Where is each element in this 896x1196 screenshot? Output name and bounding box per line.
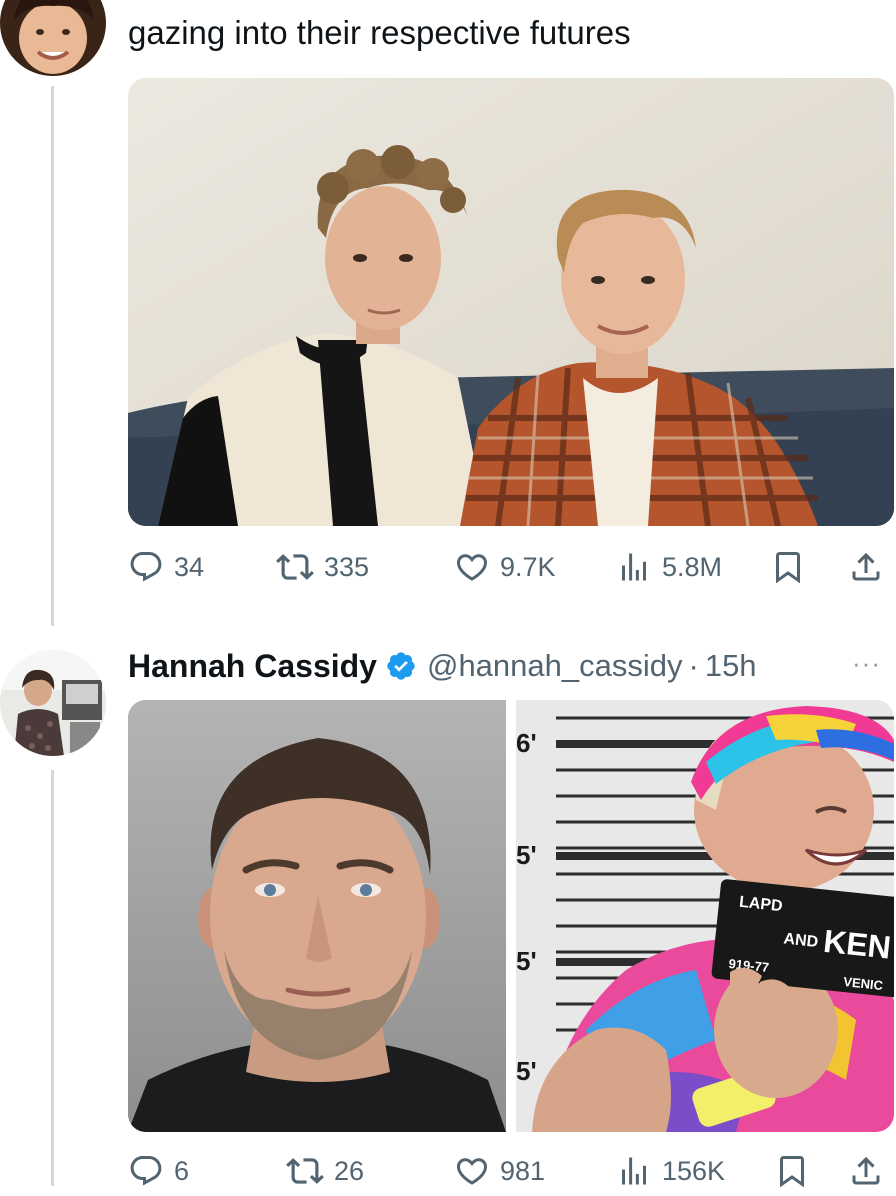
placard-ken: KEN [822,923,893,966]
views-count: 5.8M [662,551,723,582]
reply-button-2[interactable]: 6 [128,1146,189,1196]
display-name[interactable]: Hannah Cassidy [128,648,377,685]
reply-count-2: 6 [174,1155,190,1186]
tweet-2-header: Hannah Cassidy @hannah_cassidy · 15h [128,640,757,692]
thread-connector-line [51,86,54,626]
retweet-button-2[interactable]: 26 [286,1146,364,1196]
timestamp[interactable]: 15h [705,648,757,684]
reply-count: 34 [174,551,205,582]
tweet-1-actions: 34 335 9.7K 5.8M [128,542,888,592]
height-mark-1: 6' [516,728,537,758]
reply-button[interactable]: 34 [128,542,204,592]
bookmark-icon [780,1156,804,1188]
photo-ken-mugshot: 6' 5' 5' 5' LAPD AND KEN 919-77 VENIC [516,700,894,1132]
height-mark-2: 5' [516,840,537,870]
bookmark-button[interactable] [770,542,806,592]
like-count: 9.7K [500,551,556,582]
share-button-2[interactable] [848,1146,884,1196]
retweet-count: 335 [324,551,370,582]
verified-badge-icon [385,650,417,682]
tweet-photo[interactable] [128,78,894,526]
share-button[interactable] [848,542,884,592]
photo-mugshot-man [128,700,506,1132]
tweet-photo-left[interactable] [128,700,506,1132]
reply-icon [130,552,162,582]
tweet-2-actions: 6 26 981 156K [128,1146,888,1196]
share-icon [852,552,880,581]
views-button[interactable]: 5.8M [616,542,722,592]
photo-two-boys-on-couch [128,78,894,526]
share-icon [852,1156,880,1185]
thread-connector-line-2 [51,770,54,1186]
views-icon [622,1157,646,1185]
retweet-button[interactable]: 335 [276,542,369,592]
retweet-icon [276,554,314,580]
more-options-icon[interactable]: ··· [852,648,881,679]
tweet-text: gazing into their respective futures [128,14,631,51]
heart-icon [456,554,488,581]
bookmark-icon [776,552,800,584]
height-mark-3: 5' [516,946,537,976]
avatar-child-photo [0,0,106,76]
placard-and: AND [783,931,819,952]
views-icon [622,553,646,581]
avatar-tweet-1[interactable] [0,0,106,76]
tweet-photo-right[interactable]: 6' 5' 5' 5' LAPD AND KEN 919-77 VENIC [516,700,894,1132]
like-button[interactable]: 9.7K [454,542,556,592]
bookmark-button-2[interactable] [774,1146,810,1196]
views-count-2: 156K [662,1155,726,1186]
reply-icon [130,1156,162,1186]
heart-icon [456,1158,488,1185]
separator-dot: · [688,648,699,683]
avatar-hannah-cassidy[interactable] [0,650,106,756]
like-button-2[interactable]: 981 [454,1146,545,1196]
user-handle[interactable]: @hannah_cassidy [427,648,683,684]
views-button-2[interactable]: 156K [616,1146,725,1196]
like-count-2: 981 [500,1155,546,1186]
avatar-profile-photo [0,650,106,756]
height-mark-4: 5' [516,1056,537,1086]
retweet-icon [286,1158,324,1184]
retweet-count-2: 26 [334,1155,365,1186]
